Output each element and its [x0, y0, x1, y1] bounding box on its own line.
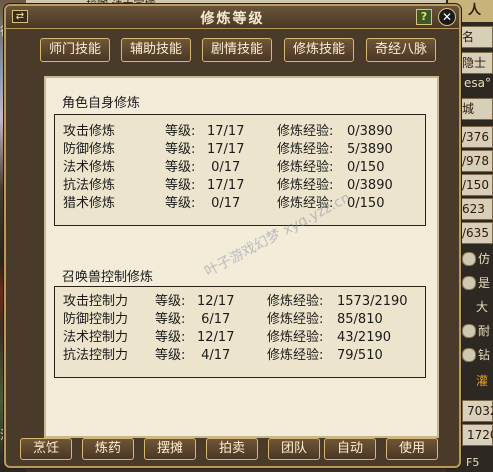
window-title: 修炼等级: [200, 11, 265, 27]
right-cell: /376: [458, 126, 493, 148]
level-value: 17/17: [207, 142, 245, 157]
level-label: 等级:: [155, 294, 186, 309]
list-item: 法术修炼 等级: 0/17 修炼经验: 0/150: [55, 159, 425, 177]
right-bottom-value: 7032: [462, 400, 493, 422]
help-button[interactable]: ?: [416, 9, 432, 25]
right-cell: /150: [458, 174, 493, 196]
exp-value: 0/3890: [347, 178, 393, 193]
list-item: 抗法控制力 等级: 4/17 修炼经验: 79/510: [55, 347, 425, 365]
tab-sect-skills[interactable]: 师门技能: [40, 38, 110, 62]
level-value: 12/17: [197, 330, 235, 345]
tab-cultivation-skills[interactable]: 修炼技能: [284, 38, 354, 62]
right-glyph: 钻: [478, 348, 491, 362]
exp-value: 43/2190: [337, 330, 392, 345]
list-item: 猎术修炼 等级: 0/17 修炼经验: 0/150: [55, 195, 425, 213]
right-cell: 隐士: [458, 52, 493, 74]
right-radio-icon: [462, 324, 476, 338]
exp-label: 修炼经验:: [277, 124, 334, 139]
list-item: 攻击控制力 等级: 12/17 修炼经验: 1573/2190: [55, 293, 425, 311]
use-button[interactable]: 使用: [386, 438, 438, 460]
exp-value: 79/510: [337, 348, 383, 363]
exp-value: 1573/2190: [337, 294, 408, 309]
content-panel: 角色自身修炼 攻击修炼 等级: 17/17 修炼经验: 0/3890 防御修炼 …: [44, 76, 439, 438]
right-glyph: 大: [476, 300, 489, 314]
exp-label: 修炼经验:: [267, 312, 324, 327]
level-value: 12/17: [197, 294, 235, 309]
list-item: 防御修炼 等级: 17/17 修炼经验: 5/3890: [55, 141, 425, 159]
exp-label: 修炼经验:: [277, 178, 334, 193]
pet-section-title: 召唤兽控制修炼: [62, 270, 154, 285]
exp-value: 0/150: [347, 196, 385, 211]
right-cell: 623: [458, 198, 493, 220]
exp-label: 修炼经验:: [267, 294, 324, 309]
skill-name: 攻击控制力: [63, 294, 129, 309]
pet-cultivation-list: 攻击控制力 等级: 12/17 修炼经验: 1573/2190 防御控制力 等级…: [54, 286, 426, 378]
list-item: 攻击修炼 等级: 17/17 修炼经验: 0/3890: [55, 123, 425, 141]
exp-label: 修炼经验:: [277, 142, 334, 157]
right-text: esa°: [464, 76, 491, 90]
list-item: 抗法修炼 等级: 17/17 修炼经验: 0/3890: [55, 177, 425, 195]
level-label: 等级:: [155, 312, 186, 327]
tab-meridians[interactable]: 奇经八脉: [366, 38, 436, 62]
tab-story-skills[interactable]: 剧情技能: [202, 38, 272, 62]
level-label: 等级:: [165, 142, 196, 157]
auto-button[interactable]: 自动: [324, 438, 376, 460]
exp-label: 修炼经验:: [277, 196, 334, 211]
level-value: 0/17: [207, 196, 241, 211]
level-label: 等级:: [165, 178, 196, 193]
cultivation-level-window: ⇄ 修炼等级 ? ✕ 师门技能 辅助技能 剧情技能 修炼技能 奇经八脉 角色自身…: [4, 4, 461, 468]
title-bar[interactable]: ⇄ 修炼等级 ? ✕: [6, 6, 459, 29]
right-cell: /978: [458, 150, 493, 172]
level-label: 等级:: [155, 330, 186, 345]
level-label: 等级:: [155, 348, 186, 363]
cooking-button[interactable]: 烹饪: [20, 438, 72, 460]
exp-value: 85/810: [337, 312, 383, 327]
right-glyph: 灌: [476, 374, 489, 388]
level-label: 等级:: [165, 160, 196, 175]
right-radio-icon: [462, 276, 476, 290]
character-section-title: 角色自身修炼: [62, 96, 141, 111]
right-bottom-value: 1720: [462, 424, 493, 446]
right-bottom-key: F5: [466, 456, 480, 469]
skill-name: 法术控制力: [63, 330, 129, 345]
tab-assist-skills[interactable]: 辅助技能: [121, 38, 191, 62]
right-glyph: 仿: [478, 252, 491, 266]
skill-name: 猎术修炼: [63, 196, 116, 211]
right-glyph: 耐: [478, 324, 491, 338]
exp-value: 5/3890: [347, 142, 393, 157]
exp-label: 修炼经验:: [267, 348, 324, 363]
right-cell: 城: [458, 98, 493, 120]
exp-value: 0/3890: [347, 124, 393, 139]
list-item: 法术控制力 等级: 12/17 修炼经验: 43/2190: [55, 329, 425, 347]
level-label: 等级:: [165, 196, 196, 211]
stall-button[interactable]: 摆摊: [144, 438, 196, 460]
skill-name: 法术修炼: [63, 160, 116, 175]
list-item: 防御控制力 等级: 6/17 修炼经验: 85/810: [55, 311, 425, 329]
exp-label: 修炼经验:: [267, 330, 324, 345]
skill-name: 防御控制力: [63, 312, 129, 327]
level-value: 17/17: [207, 124, 245, 139]
character-cultivation-list: 攻击修炼 等级: 17/17 修炼经验: 0/3890 防御修炼 等级: 17/…: [54, 114, 426, 226]
skill-name: 攻击修炼: [63, 124, 116, 139]
skill-name: 防御修炼: [63, 142, 116, 157]
level-value: 17/17: [207, 178, 245, 193]
exp-value: 0/150: [347, 160, 385, 175]
right-radio-icon: [462, 348, 476, 362]
skill-name: 抗法修炼: [63, 178, 116, 193]
right-cell: /635: [458, 222, 493, 244]
alchemy-button[interactable]: 炼药: [82, 438, 134, 460]
team-button[interactable]: 团队: [268, 438, 320, 460]
exp-label: 修炼经验:: [277, 160, 334, 175]
level-value: 4/17: [197, 348, 231, 363]
close-button[interactable]: ✕: [438, 8, 456, 26]
right-radio-icon: [462, 252, 476, 266]
level-label: 等级:: [165, 124, 196, 139]
level-value: 6/17: [197, 312, 231, 327]
skill-name: 抗法控制力: [63, 348, 129, 363]
right-glyph: 是: [478, 276, 491, 290]
auction-button[interactable]: 拍卖: [206, 438, 258, 460]
level-value: 0/17: [207, 160, 241, 175]
right-cell: 名: [458, 26, 493, 48]
